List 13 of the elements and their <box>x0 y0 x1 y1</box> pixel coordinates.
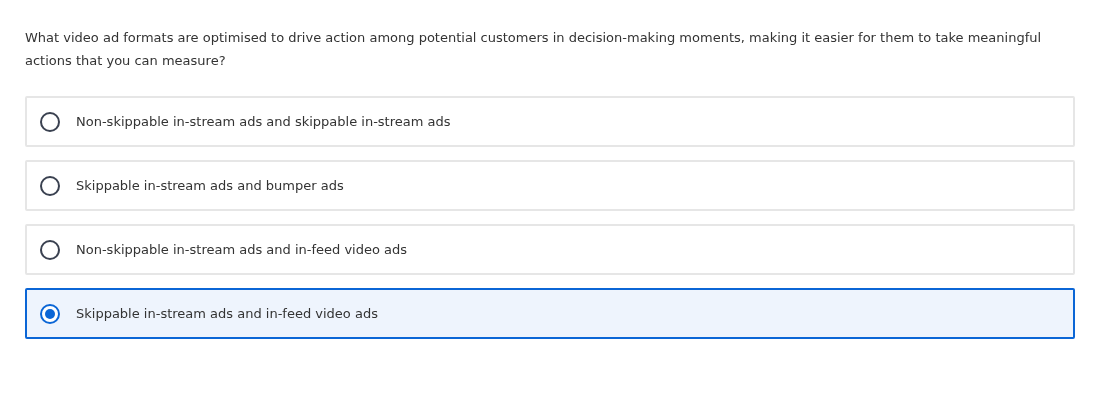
option-label: Non-skippable in-stream ads and in-feed video ads <box>76 242 408 257</box>
radio-button[interactable] <box>40 111 60 132</box>
answer-option[interactable]: Non-skippable in-stream ads and skippable in-stream ads <box>25 96 1075 147</box>
answer-option[interactable]: Skippable in-stream ads and in-feed video ads <box>25 288 1075 339</box>
answer-option[interactable]: Non-skippable in-stream ads and in-feed video ads <box>25 224 1075 275</box>
answer-option[interactable]: Skippable in-stream ads and bumper ads <box>25 160 1075 211</box>
radio-button[interactable] <box>40 303 60 324</box>
option-label: Non-skippable in-stream ads and skippable in-stream ads <box>76 114 451 129</box>
question-text: What video ad formats are optimised to drive action among potential customers in decision-making moments, making it easier for them to take meaningful actions that you can measure? <box>25 29 1043 70</box>
radio-button[interactable] <box>40 239 60 260</box>
radio-button[interactable] <box>40 175 60 196</box>
option-label: Skippable in-stream ads and in-feed video ads <box>76 306 378 321</box>
option-label: Skippable in-stream ads and bumper ads <box>76 178 344 193</box>
